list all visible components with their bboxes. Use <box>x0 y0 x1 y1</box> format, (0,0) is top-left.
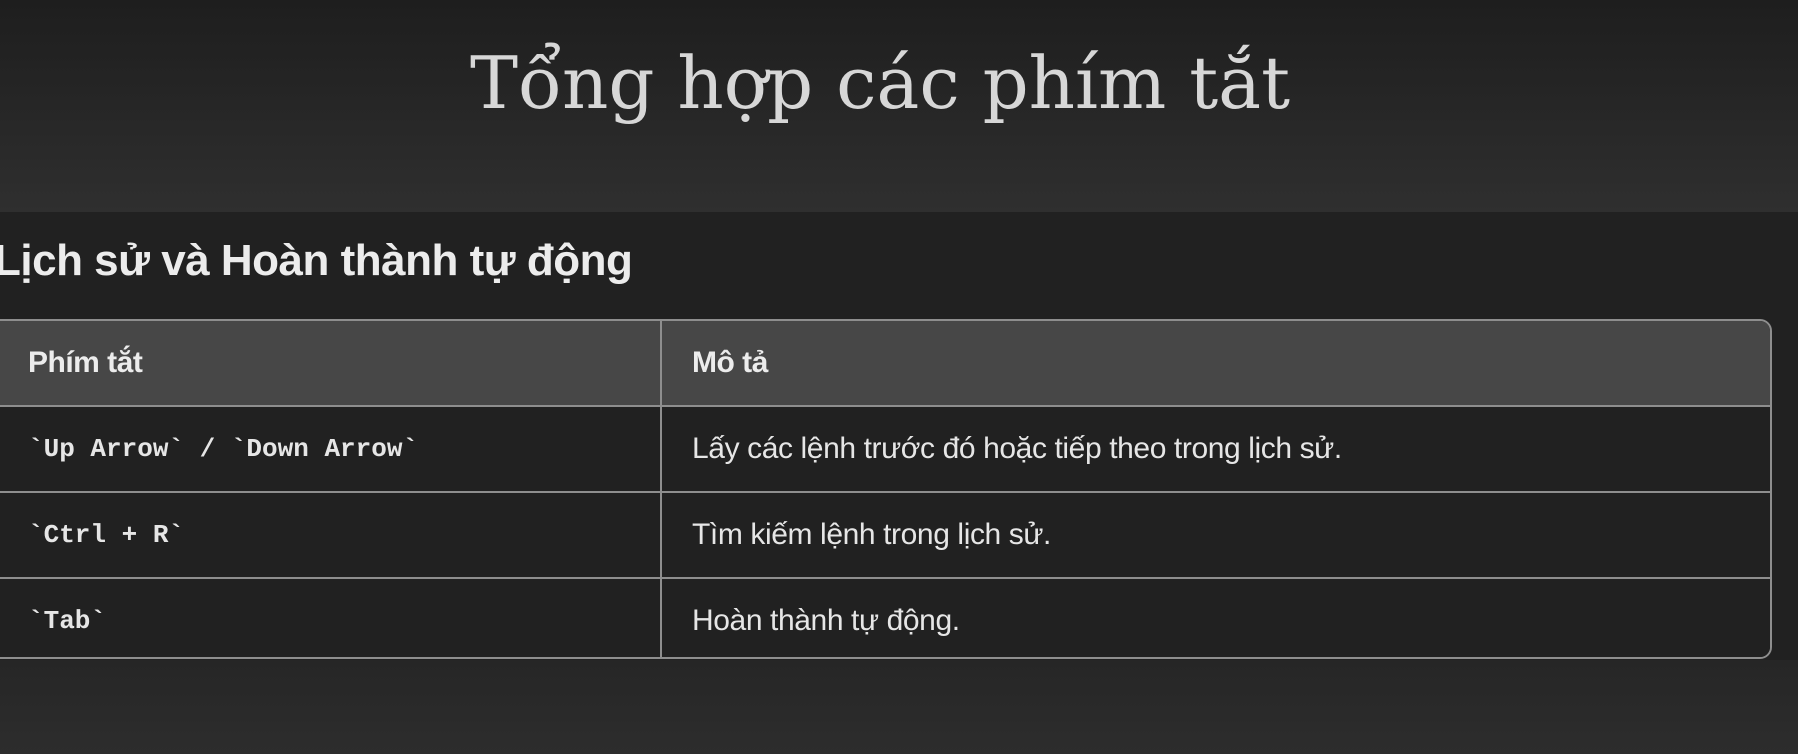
shortcut-cell: `Tab` <box>0 578 662 657</box>
table-row: `Tab` Hoàn thành tự động. <box>0 578 1770 657</box>
section-heading: Lịch sử và Hoàn thành tự động <box>0 236 633 285</box>
description-cell: Tìm kiếm lệnh trong lịch sử. <box>661 492 1770 579</box>
shortcut-cell: `Up Arrow` / `Down Arrow` <box>0 406 662 493</box>
shortcut-cell: `Ctrl + R` <box>0 492 662 579</box>
description-cell: Lấy các lệnh trước đó hoặc tiếp theo tro… <box>661 406 1770 493</box>
description-cell: Hoàn thành tự động. <box>661 578 1770 657</box>
table-header-row: Phím tắt Mô tả <box>0 321 1770 407</box>
slide-title: Tổng hợp các phím tắt <box>469 41 1291 125</box>
slide-footer-band <box>0 660 1798 754</box>
table-row: `Ctrl + R` Tìm kiếm lệnh trong lịch sử. <box>0 492 1770 579</box>
shortcuts-table: Phím tắt Mô tả `Up Arrow` / `Down Arrow`… <box>0 319 1772 659</box>
column-header-shortcut: Phím tắt <box>0 321 662 407</box>
column-header-description: Mô tả <box>661 321 1770 407</box>
table-row: `Up Arrow` / `Down Arrow` Lấy các lệnh t… <box>0 406 1770 493</box>
